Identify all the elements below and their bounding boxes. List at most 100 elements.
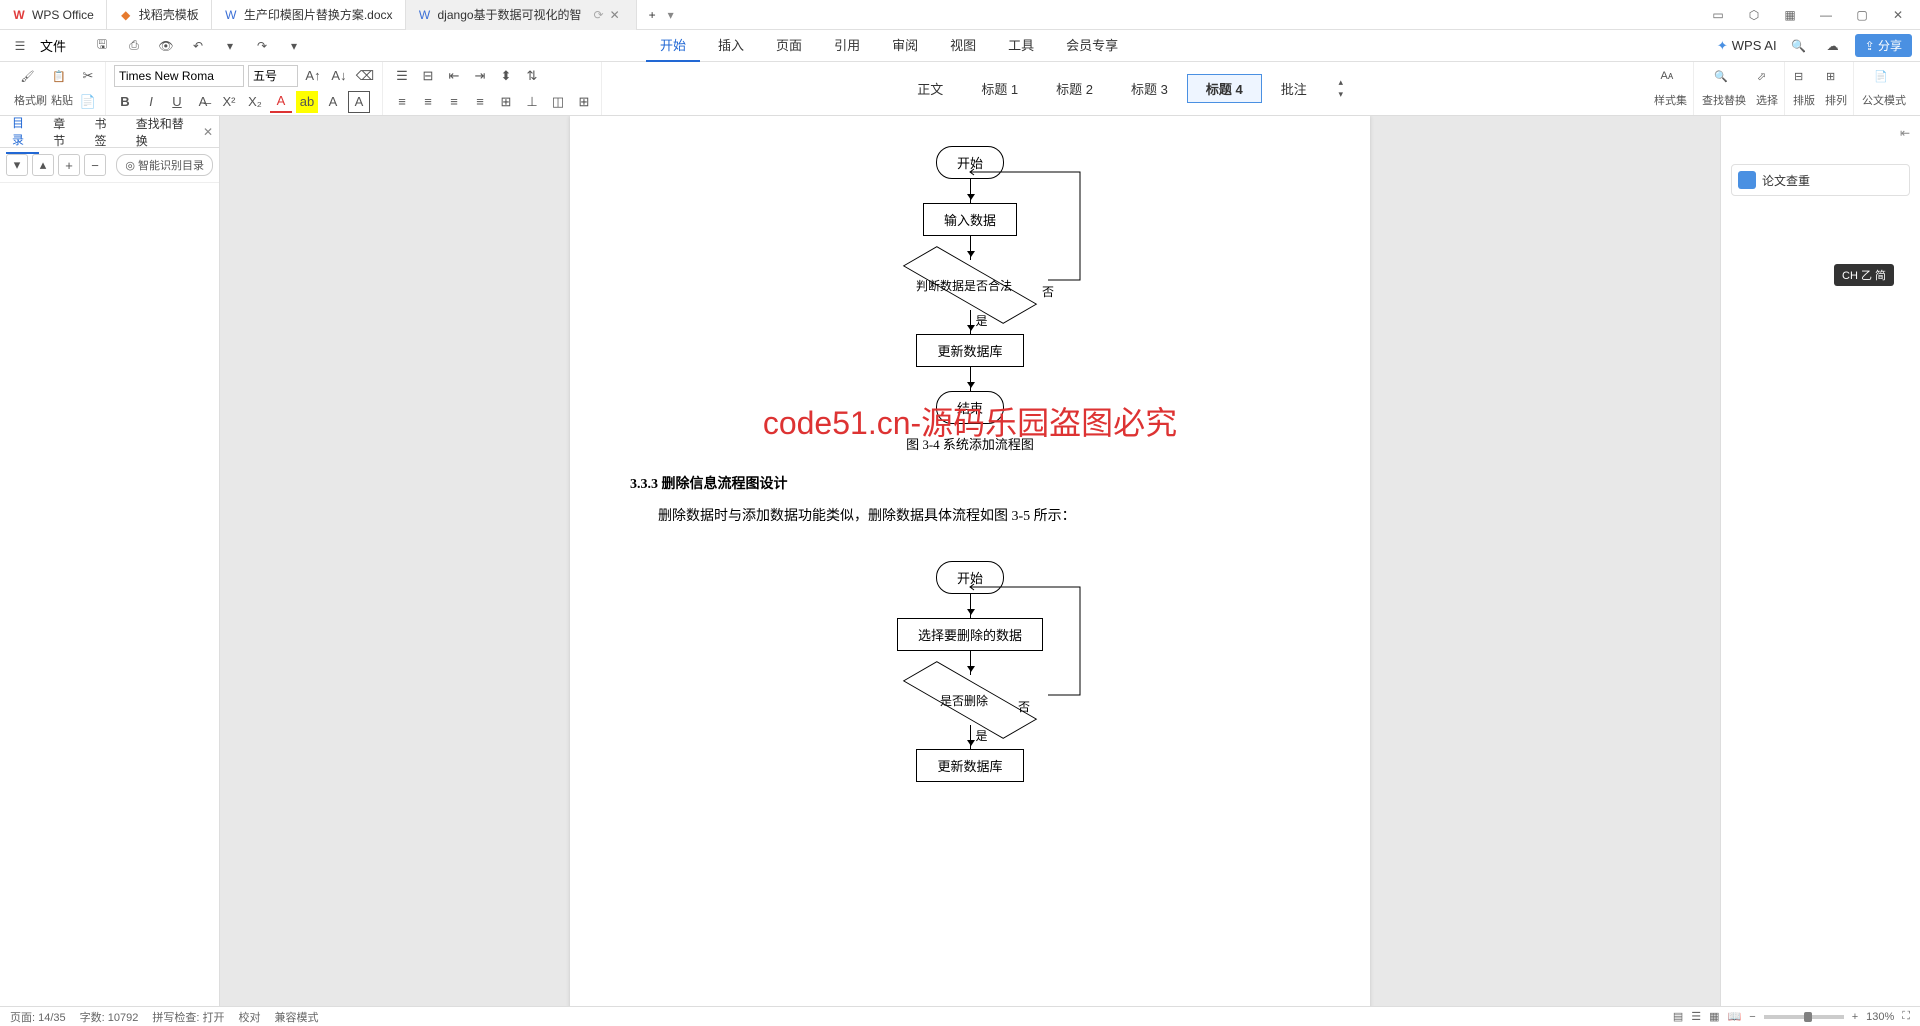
collapse-icon[interactable]: ▾ (6, 154, 28, 176)
char-border-button[interactable]: A (348, 91, 370, 113)
style-h3[interactable]: 标题 3 (1112, 74, 1187, 103)
find-replace-button[interactable]: 🔍查找替换 (1702, 70, 1746, 108)
sidebar-tab-toc[interactable]: 目录 (6, 110, 39, 154)
tab-tools[interactable]: 工具 (994, 29, 1048, 62)
cut-icon[interactable]: ✂ (77, 65, 99, 87)
style-h4[interactable]: 标题 4 (1187, 74, 1262, 103)
para-shading-icon[interactable]: ◫ (547, 91, 569, 113)
style-h1[interactable]: 标题 1 (962, 74, 1037, 103)
clear-format-icon[interactable]: ⌫ (354, 65, 376, 87)
tab-wps-office[interactable]: W WPS Office (0, 0, 107, 30)
tab-view[interactable]: 视图 (936, 29, 990, 62)
style-normal[interactable]: 正文 (898, 74, 962, 103)
zoom-out-icon[interactable]: − (1749, 1011, 1755, 1023)
superscript-button[interactable]: X² (218, 91, 240, 113)
plagiarism-check-button[interactable]: 论文查重 (1731, 164, 1910, 196)
remove-level-icon[interactable]: − (84, 154, 106, 176)
paste-button[interactable]: 📋 粘贴 (51, 70, 73, 108)
status-page[interactable]: 页面: 14/35 (10, 1009, 66, 1025)
align-left-icon[interactable]: ≡ (391, 91, 413, 113)
maximize-button[interactable]: ▢ (1846, 3, 1878, 27)
style-down-icon[interactable]: ▾ (1330, 89, 1352, 101)
bold-button[interactable]: B (114, 91, 136, 113)
style-up-icon[interactable]: ▴ (1330, 77, 1352, 89)
close-icon[interactable]: ✕ (610, 8, 624, 22)
document-area[interactable]: 开始 输入数据 判断数据是否合法 否 是 更新数据库 结束 (220, 116, 1720, 1006)
tab-review[interactable]: 审阅 (878, 29, 932, 62)
smart-detect-button[interactable]: ◎ 智能识别目录 (116, 154, 213, 176)
file-menu[interactable]: 文件 (40, 36, 66, 55)
status-proof[interactable]: 校对 (238, 1009, 260, 1025)
redo-icon[interactable]: ↷ (250, 34, 274, 58)
cloud-icon[interactable]: ☁ (1821, 34, 1845, 58)
new-tab-button[interactable]: + ▾ (637, 0, 686, 30)
print-icon[interactable]: ⎙ (122, 34, 146, 58)
tab-doc2-active[interactable]: W django基于数据可视化的智 ⟳ ✕ (406, 0, 637, 30)
sidebar-tab-chapter[interactable]: 章节 (47, 111, 80, 153)
font-color-button[interactable]: A (270, 91, 292, 113)
view-page-icon[interactable]: ▤ (1673, 1010, 1683, 1023)
minimize-button[interactable]: — (1810, 3, 1842, 27)
zoom-value[interactable]: 130% (1866, 1011, 1894, 1023)
close-button[interactable]: ✕ (1882, 3, 1914, 27)
add-level-icon[interactable]: + (58, 154, 80, 176)
strike-button[interactable]: A̶ (192, 91, 214, 113)
status-spell[interactable]: 拼写检查: 打开 (152, 1009, 224, 1025)
border-icon[interactable]: ⊞ (573, 91, 595, 113)
font-size-select[interactable] (248, 65, 298, 87)
zoom-in-icon[interactable]: + (1852, 1011, 1858, 1023)
close-icon[interactable]: ✕ (203, 125, 213, 139)
tab-reference[interactable]: 引用 (820, 29, 874, 62)
undo-icon[interactable]: ↶ (186, 34, 210, 58)
tab-stop-icon[interactable]: ⊥ (521, 91, 543, 113)
zoom-slider[interactable] (1764, 1015, 1844, 1019)
align-justify-icon[interactable]: ≡ (469, 91, 491, 113)
sort-button[interactable]: ⊟排版 (1793, 70, 1815, 108)
line-spacing-icon[interactable]: ⬍ (495, 65, 517, 87)
sidebar-tab-find[interactable]: 查找和替换 (130, 111, 195, 153)
select-button[interactable]: ⬀选择 (1756, 70, 1778, 108)
chevron-down-icon[interactable]: ▾ (218, 34, 242, 58)
window-opt1-icon[interactable]: ▭ (1702, 3, 1734, 27)
tab-start[interactable]: 开始 (646, 29, 700, 62)
align-center-icon[interactable]: ≡ (417, 91, 439, 113)
outdent-icon[interactable]: ⇤ (443, 65, 465, 87)
font-name-select[interactable] (114, 65, 244, 87)
tab-template[interactable]: ◆ 找稻壳模板 (107, 0, 212, 30)
highlight-button[interactable]: ab (296, 91, 318, 113)
copy-icon[interactable]: 📄 (77, 91, 99, 113)
tab-page[interactable]: 页面 (762, 29, 816, 62)
tab-member[interactable]: 会员专享 (1052, 29, 1132, 62)
underline-button[interactable]: U (166, 91, 188, 113)
number-list-icon[interactable]: ⊟ (417, 65, 439, 87)
tab-insert[interactable]: 插入 (704, 29, 758, 62)
ime-indicator[interactable]: CH 乙 简 (1834, 264, 1894, 286)
view-read-icon[interactable]: 📖 (1728, 1010, 1742, 1023)
user-avatar-icon[interactable]: ▦ (1774, 3, 1806, 27)
outline-tree[interactable] (0, 183, 219, 1006)
print-preview-icon[interactable]: 👁 (154, 34, 178, 58)
tab-doc1[interactable]: W 生产印模图片替换方案.docx (212, 0, 406, 30)
bullet-list-icon[interactable]: ☰ (391, 65, 413, 87)
save-icon[interactable]: 🖫 (90, 34, 114, 58)
style-comment[interactable]: 批注 (1262, 74, 1326, 103)
share-button[interactable]: ⇪ 分享 (1855, 34, 1912, 57)
wps-ai-button[interactable]: ✦ WPS AI (1717, 38, 1777, 54)
fullscreen-icon[interactable]: ⛶ (1902, 1010, 1910, 1023)
window-opt2-icon[interactable]: ⬡ (1738, 3, 1770, 27)
styleset-button[interactable]: Aᴀ样式集 (1654, 70, 1687, 108)
decrease-font-icon[interactable]: A↓ (328, 65, 350, 87)
distribute-icon[interactable]: ⊞ (495, 91, 517, 113)
view-web-icon[interactable]: ▦ (1709, 1010, 1719, 1023)
doc-mode-button[interactable]: 📄公文模式 (1862, 70, 1906, 108)
status-words[interactable]: 字数: 10792 (80, 1009, 139, 1025)
increase-font-icon[interactable]: A↑ (302, 65, 324, 87)
indent-icon[interactable]: ⇥ (469, 65, 491, 87)
menu-icon[interactable]: ☰ (8, 34, 32, 58)
subscript-button[interactable]: X₂ (244, 91, 266, 113)
arrange-button[interactable]: ⊞排列 (1825, 70, 1847, 108)
align-right-icon[interactable]: ≡ (443, 91, 465, 113)
sidebar-tab-bookmark[interactable]: 书签 (89, 111, 122, 153)
italic-button[interactable]: I (140, 91, 162, 113)
search-icon[interactable]: 🔍 (1787, 34, 1811, 58)
